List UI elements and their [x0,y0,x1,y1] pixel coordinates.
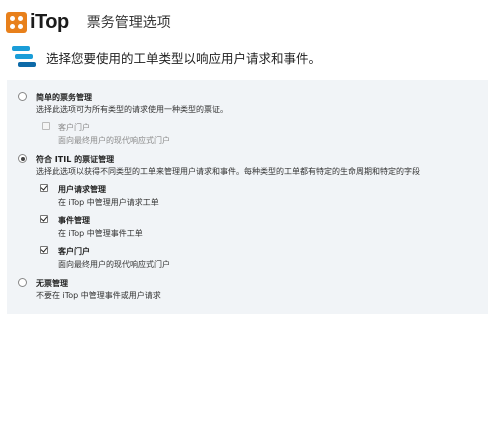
step-subheader: 选择您要使用的工单类型以响应用户请求和事件。 [12,46,321,68]
incident-label[interactable]: 事件管理 [58,215,90,226]
itil-ticket-radio[interactable] [18,154,27,163]
incident-description: 在 iTop 中管理事件工单 [58,229,143,238]
itil-portal-label[interactable]: 客户门户 [58,246,90,257]
ticket-stack-icon [12,46,38,68]
no-ticket-radio[interactable] [18,278,27,287]
simple-portal-description: 面向最终用户的现代响应式门户 [58,136,170,145]
itop-logo-icon [6,11,27,33]
no-ticket-label[interactable]: 无票管理 [36,278,68,289]
user-request-description: 在 iTop 中管理用户请求工单 [58,198,159,207]
itil-portal-checkbox[interactable] [40,246,48,254]
app-header: iTop 票务管理选项 [6,8,171,36]
incident-checkbox[interactable] [40,215,48,223]
itil-ticket-label[interactable]: 符合 ITIL 的票证管理 [36,154,114,165]
simple-ticket-radio[interactable] [18,92,27,101]
page-title: 票务管理选项 [86,15,171,31]
simple-ticket-description: 选择此选项可为所有类型的请求使用一种类型的票证。 [36,105,228,114]
logo-text: iTop [30,10,69,33]
simple-portal-checkbox[interactable] [42,122,50,130]
simple-portal-label: 客户门户 [58,123,90,132]
itil-ticket-description: 选择此选项以获得不同类型的工单来管理用户请求和事件。每种类型的工单都有特定的生命… [36,167,420,176]
user-request-label[interactable]: 用户请求管理 [58,184,106,195]
simple-ticket-label[interactable]: 简单的票务管理 [36,92,92,103]
itop-logo: iTop [6,11,69,34]
step-instructions: 选择您要使用的工单类型以响应用户请求和事件。 [46,50,322,66]
itil-portal-description: 面向最终用户的现代响应式门户 [58,260,170,269]
no-ticket-description: 不要在 iTop 中管理事件或用户请求 [36,291,161,300]
user-request-checkbox[interactable] [40,184,48,192]
